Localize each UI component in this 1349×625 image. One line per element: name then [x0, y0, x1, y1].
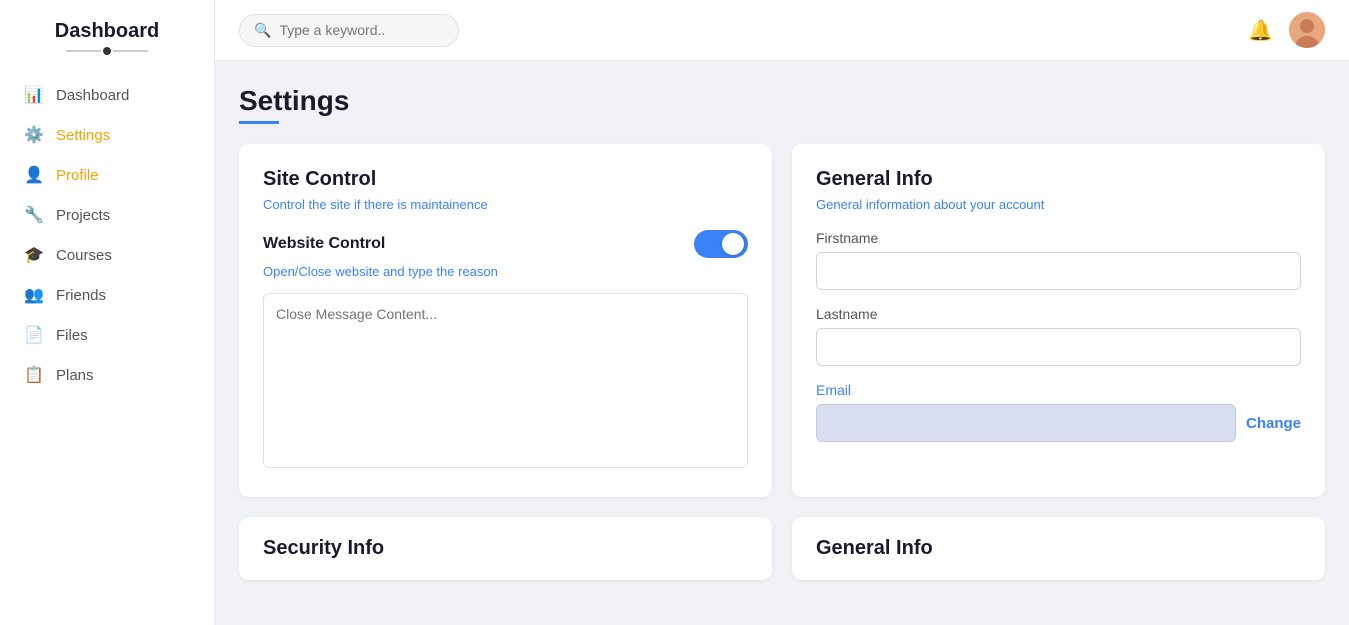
search-input[interactable]: [279, 22, 444, 38]
files-icon: 📄: [24, 325, 44, 345]
sidebar-item-settings[interactable]: ⚙️ Settings: [10, 115, 204, 155]
site-control-subtitle: Control the site if there is maintainenc…: [263, 197, 748, 212]
courses-icon: 🎓: [24, 245, 44, 265]
sidebar-item-courses[interactable]: 🎓 Courses: [10, 235, 204, 275]
projects-icon: 🔧: [24, 205, 44, 225]
plans-icon: 📋: [24, 365, 44, 385]
close-message-textarea[interactable]: [263, 293, 748, 468]
sidebar-item-plans[interactable]: 📋 Plans: [10, 355, 204, 395]
sidebar-nav: 📊 Dashboard ⚙️ Settings 👤 Profile 🔧 Proj…: [0, 75, 214, 395]
sidebar-item-profile[interactable]: 👤 Profile: [10, 155, 204, 195]
website-control-label: Website Control: [263, 235, 385, 253]
sidebar-label-profile: Profile: [56, 167, 99, 184]
sidebar-label-projects: Projects: [56, 207, 110, 224]
main-area: 🔍 🔔 Settings Site Control Control the s: [215, 0, 1349, 625]
sidebar-item-friends[interactable]: 👥 Friends: [10, 275, 204, 315]
sidebar-logo: Dashboard: [0, 20, 214, 55]
lastname-label: Lastname: [816, 306, 1301, 322]
lastname-input[interactable]: [816, 328, 1301, 366]
logo-dot: [103, 47, 111, 55]
search-box[interactable]: 🔍: [239, 14, 459, 47]
email-group: Email Change: [816, 382, 1301, 442]
content-area: Settings Site Control Control the site i…: [215, 61, 1349, 625]
general-info-subtitle: General information about your account: [816, 197, 1301, 212]
firstname-group: Firstname: [816, 230, 1301, 290]
website-control-desc: Open/Close website and type the reason: [263, 264, 748, 279]
sidebar-label-files: Files: [56, 327, 88, 344]
sidebar-item-projects[interactable]: 🔧 Projects: [10, 195, 204, 235]
cards-grid: Site Control Control the site if there i…: [239, 144, 1325, 497]
avatar-svg: [1289, 12, 1325, 48]
bottom-cards: Security Info General Info: [239, 517, 1325, 580]
change-button[interactable]: Change: [1246, 415, 1301, 432]
friends-icon: 👥: [24, 285, 44, 305]
website-control-row: Website Control: [263, 230, 748, 258]
sidebar-label-settings: Settings: [56, 127, 110, 144]
bell-icon[interactable]: 🔔: [1248, 18, 1273, 43]
firstname-input[interactable]: [816, 252, 1301, 290]
sidebar-label-dashboard: Dashboard: [56, 87, 129, 104]
site-control-title: Site Control: [263, 168, 748, 191]
logo-title: Dashboard: [20, 20, 194, 43]
dashboard-icon: 📊: [24, 85, 44, 105]
general-info-card-2: General Info: [792, 517, 1325, 580]
sidebar-item-dashboard[interactable]: 📊 Dashboard: [10, 75, 204, 115]
firstname-label: Firstname: [816, 230, 1301, 246]
header-right: 🔔: [1248, 12, 1325, 48]
general-info-title-2: General Info: [816, 537, 1301, 560]
email-input[interactable]: [816, 404, 1236, 442]
logo-divider: [20, 47, 194, 55]
toggle-knob: [722, 233, 744, 255]
email-label: Email: [816, 382, 1301, 398]
lastname-group: Lastname: [816, 306, 1301, 366]
general-info-title: General Info: [816, 168, 1301, 191]
profile-icon: 👤: [24, 165, 44, 185]
sidebar: Dashboard 📊 Dashboard ⚙️ Settings 👤 Prof…: [0, 0, 215, 625]
site-control-card: Site Control Control the site if there i…: [239, 144, 772, 497]
header: 🔍 🔔: [215, 0, 1349, 61]
page-title-underline: [239, 121, 279, 124]
general-info-card: General Info General information about y…: [792, 144, 1325, 497]
sidebar-label-friends: Friends: [56, 287, 106, 304]
sidebar-label-courses: Courses: [56, 247, 112, 264]
sidebar-item-files[interactable]: 📄 Files: [10, 315, 204, 355]
logo-line-right: [113, 50, 148, 52]
sidebar-label-plans: Plans: [56, 367, 94, 384]
email-row: Change: [816, 404, 1301, 442]
avatar[interactable]: [1289, 12, 1325, 48]
website-toggle[interactable]: [694, 230, 748, 258]
security-info-card: Security Info: [239, 517, 772, 580]
settings-icon: ⚙️: [24, 125, 44, 145]
logo-line-left: [66, 50, 101, 52]
security-info-title: Security Info: [263, 537, 748, 560]
page-title: Settings: [239, 85, 1325, 117]
search-icon: 🔍: [254, 22, 271, 39]
